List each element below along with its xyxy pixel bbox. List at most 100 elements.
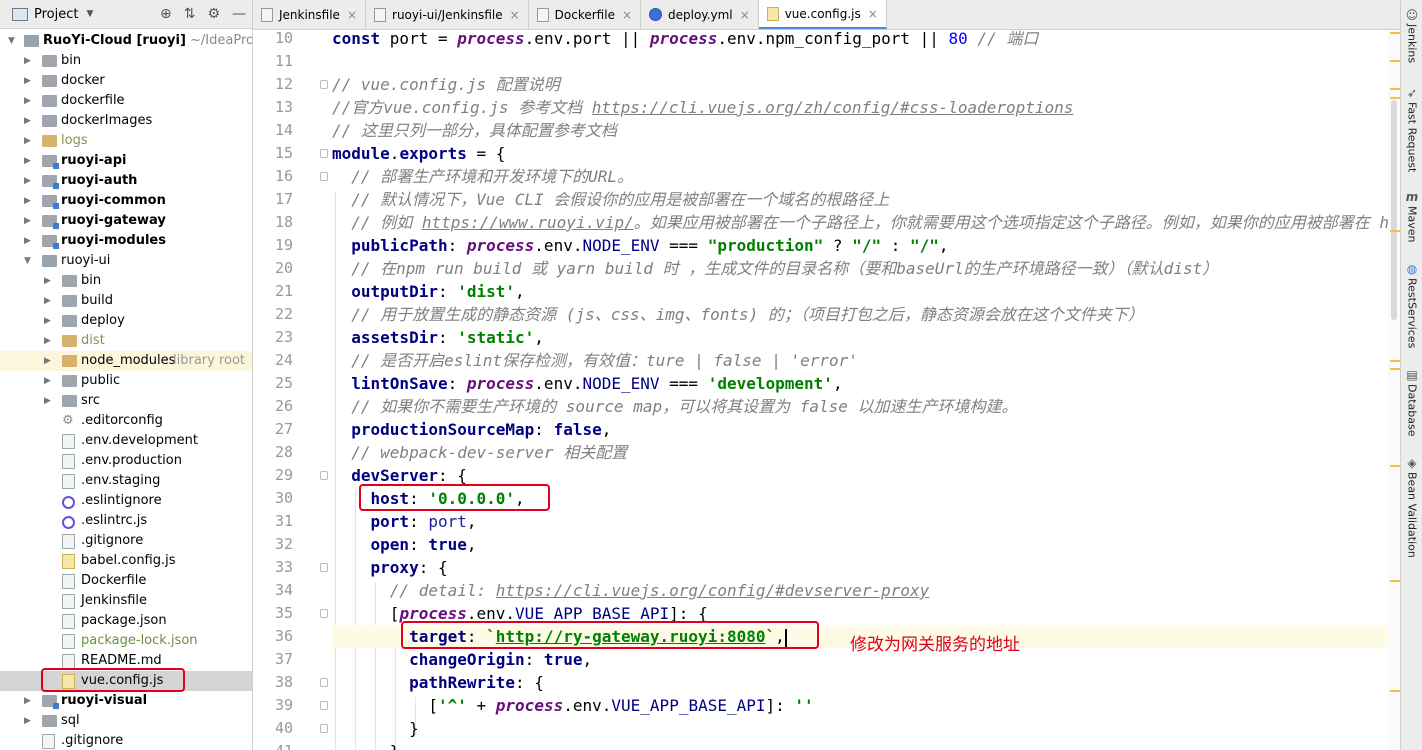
scrollbar-thumb[interactable] — [1391, 100, 1397, 320]
close-icon[interactable]: × — [622, 8, 632, 22]
tree-item[interactable]: babel.config.js — [0, 551, 252, 571]
chevron-right-icon[interactable]: ▶ — [24, 91, 31, 111]
chevron-right-icon[interactable]: ▶ — [44, 291, 51, 311]
ruoyi-link[interactable]: https://www.ruoyi.vip/ — [422, 213, 634, 232]
tree-item[interactable]: ▶ node_modules library root — [0, 351, 252, 371]
tree-item[interactable]: package-lock.json — [0, 631, 252, 651]
tree-item[interactable]: ▶ dockerImages — [0, 111, 252, 131]
chevron-right-icon[interactable]: ▶ — [44, 351, 51, 371]
tab-deploy-yml[interactable]: deploy.yml × — [641, 0, 759, 29]
fast-request-tool-button[interactable]: ➶ Fast Request — [1401, 86, 1422, 172]
chevron-right-icon[interactable]: ▶ — [24, 231, 31, 251]
tree-item[interactable]: .env.staging — [0, 471, 252, 491]
chevron-right-icon[interactable]: ▶ — [44, 271, 51, 291]
close-icon[interactable]: × — [868, 7, 878, 21]
close-icon[interactable]: × — [740, 8, 750, 22]
tree-item[interactable]: Jenkinsfile — [0, 591, 252, 611]
fold-marker-icon[interactable] — [320, 678, 328, 687]
chevron-right-icon[interactable]: ▶ — [24, 111, 31, 131]
warning-marker[interactable] — [1390, 360, 1400, 362]
chevron-right-icon[interactable]: ▶ — [24, 151, 31, 171]
minimize-icon[interactable]: — — [232, 6, 246, 22]
tree-item[interactable]: ⚙ .editorconfig — [0, 411, 252, 431]
restservices-tool-button[interactable]: ◍ RestServices — [1401, 262, 1422, 348]
chevron-right-icon[interactable]: ▶ — [44, 331, 51, 351]
gear-icon[interactable]: ⚙ — [207, 6, 220, 22]
tree-item[interactable]: ▶ ruoyi-gateway — [0, 211, 252, 231]
tree-item[interactable]: ▶ src — [0, 391, 252, 411]
project-view-selector[interactable]: Project — [34, 7, 78, 22]
jenkins-tool-button[interactable]: ☺ Jenkins — [1401, 8, 1422, 63]
chevron-right-icon[interactable]: ▶ — [44, 311, 51, 331]
chevron-right-icon[interactable]: ▶ — [24, 71, 31, 91]
tree-item[interactable]: ▶ ruoyi-visual — [0, 691, 252, 711]
chevron-down-icon[interactable]: ▼ — [86, 9, 93, 19]
tab-ruoyi-ui-jenkinsfile[interactable]: ruoyi-ui/Jenkinsfile × — [366, 0, 529, 29]
devserver-proxy-link[interactable]: https://cli.vuejs.org/config/#devserver-… — [496, 581, 929, 600]
tree-item[interactable]: ▶ deploy — [0, 311, 252, 331]
tree-item[interactable]: .gitignore — [0, 531, 252, 551]
tab-jenkinsfile[interactable]: Jenkinsfile × — [253, 0, 367, 29]
chevron-right-icon[interactable]: ▶ — [24, 691, 31, 711]
database-tool-button[interactable]: ▤ Database — [1401, 368, 1422, 437]
chevron-right-icon[interactable]: ▶ — [24, 711, 31, 731]
crosshair-icon[interactable]: ⊕ — [160, 6, 172, 22]
tree-item[interactable]: .env.development — [0, 431, 252, 451]
fold-marker-icon[interactable] — [320, 172, 328, 181]
chevron-right-icon[interactable]: ▶ — [44, 391, 51, 411]
tree-item[interactable]: ▶ sql — [0, 711, 252, 731]
warning-marker[interactable] — [1390, 97, 1400, 99]
tree-item[interactable]: ▶ ruoyi-common — [0, 191, 252, 211]
warning-marker[interactable] — [1390, 368, 1400, 370]
tree-item[interactable]: ▶ docker — [0, 71, 252, 91]
tree-item[interactable]: ▶ build — [0, 291, 252, 311]
warning-marker[interactable] — [1390, 580, 1400, 582]
docs-link[interactable]: https://cli.vuejs.org/zh/config/#css-loa… — [592, 98, 1074, 117]
tree-item[interactable]: ▶ logs — [0, 131, 252, 151]
tab-dockerfile[interactable]: Dockerfile × — [529, 0, 642, 29]
tree-item[interactable]: ▶ bin — [0, 271, 252, 291]
maven-tool-button[interactable]: m Maven — [1401, 190, 1422, 242]
warning-marker[interactable] — [1390, 465, 1400, 467]
tree-item[interactable]: .eslintrc.js — [0, 511, 252, 531]
warning-marker[interactable] — [1390, 88, 1400, 90]
tree-item[interactable]: .env.production — [0, 451, 252, 471]
warning-marker[interactable] — [1390, 32, 1400, 34]
tree-item[interactable]: ▶ ruoyi-modules — [0, 231, 252, 251]
tree-item[interactable]: Dockerfile — [0, 571, 252, 591]
chevron-right-icon[interactable]: ▶ — [24, 51, 31, 71]
warning-marker[interactable] — [1390, 60, 1400, 62]
chevron-down-icon[interactable]: ▼ — [8, 31, 15, 51]
tree-item[interactable]: ▶ bin — [0, 51, 252, 71]
bean-validation-tool-button[interactable]: ◈ Bean Validation — [1401, 456, 1422, 558]
chevron-right-icon[interactable]: ▶ — [44, 371, 51, 391]
fold-marker-icon[interactable] — [320, 563, 328, 572]
chevron-down-icon[interactable]: ▼ — [24, 251, 31, 271]
chevron-right-icon[interactable]: ▶ — [24, 171, 31, 191]
collapse-icon[interactable]: ⇅ — [184, 6, 196, 22]
tree-item[interactable]: ▶ ruoyi-auth — [0, 171, 252, 191]
tree-item[interactable]: package.json — [0, 611, 252, 631]
fold-marker-icon[interactable] — [320, 80, 328, 89]
chevron-right-icon[interactable]: ▶ — [24, 191, 31, 211]
tree-item[interactable]: ▶ public — [0, 371, 252, 391]
code-editor[interactable]: 10 11 12 13 14 15 16 17 18 19 20 21 22 23 24 25 26 27 28 29… — [253, 30, 1400, 750]
tab-vue-config-js[interactable]: vue.config.js × — [758, 0, 887, 29]
editor-scrollbar[interactable] — [1388, 30, 1400, 750]
warning-marker[interactable] — [1390, 690, 1400, 692]
fold-marker-icon[interactable] — [320, 701, 328, 710]
tree-item[interactable]: ▼ ruoyi-ui — [0, 251, 252, 271]
fold-marker-icon[interactable] — [320, 471, 328, 480]
close-icon[interactable]: × — [347, 8, 357, 22]
fold-marker-icon[interactable] — [320, 724, 328, 733]
tree-item[interactable]: ▶ dockerfile — [0, 91, 252, 111]
tree-item[interactable]: ▶ ruoyi-api — [0, 151, 252, 171]
tree-item[interactable]: .gitignore — [0, 731, 252, 750]
tree-root[interactable]: ▼ RuoYi-Cloud [ruoyi] ~/IdeaProjects/ — [0, 31, 252, 51]
chevron-right-icon[interactable]: ▶ — [24, 211, 31, 231]
warning-marker[interactable] — [1390, 230, 1400, 232]
chevron-right-icon[interactable]: ▶ — [24, 131, 31, 151]
fold-marker-icon[interactable] — [320, 149, 328, 158]
tree-item[interactable]: .eslintignore — [0, 491, 252, 511]
tree-item[interactable]: ▶ dist — [0, 331, 252, 351]
